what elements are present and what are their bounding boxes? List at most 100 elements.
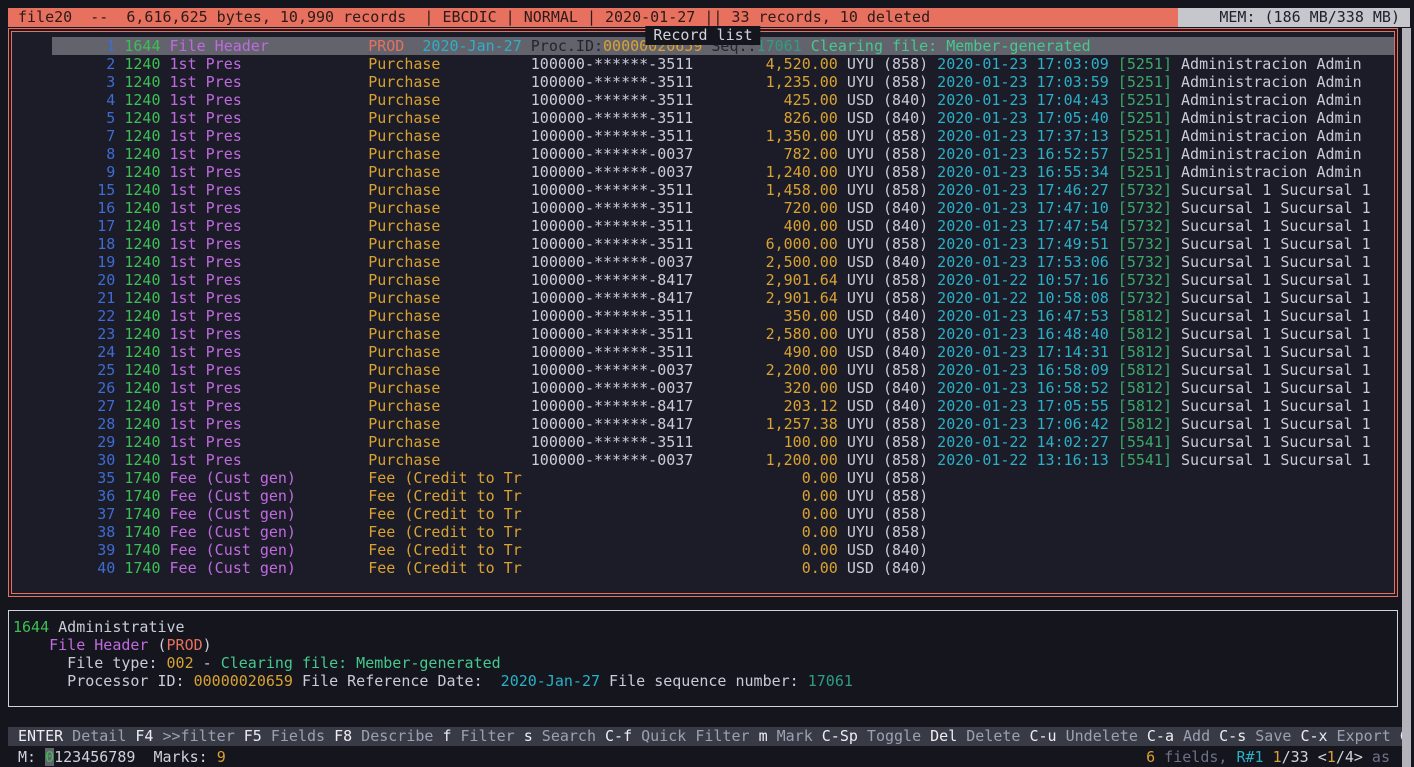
account-number: 100000-******-8417: [531, 397, 694, 415]
row-number: 35: [52, 469, 124, 487]
amount: 320.00: [693, 379, 838, 397]
record-type-label: Fee (Cust gen): [170, 487, 369, 505]
fn-key-c-f[interactable]: C-f: [605, 727, 632, 745]
operator-name: Sucursal 1 Sucursal 1: [1172, 397, 1371, 415]
record-row-22[interactable]: 22 1240 1st Pres Purchase 100000-******-…: [16, 307, 1394, 325]
record-type-code: 1740: [124, 541, 169, 559]
currency: UYU (858): [838, 127, 928, 145]
record-row-3[interactable]: 3 1240 1st Pres Purchase 100000-******-3…: [16, 73, 1394, 91]
branch-id: [5812]: [1109, 415, 1172, 433]
row-content: 26 1240 1st Pres Purchase 100000-******-…: [52, 379, 1394, 397]
record-row-2[interactable]: 2 1240 1st Pres Purchase 100000-******-3…: [16, 55, 1394, 73]
record-type-code: 1240: [124, 433, 169, 451]
record-row-4[interactable]: 4 1240 1st Pres Purchase 100000-******-3…: [16, 91, 1394, 109]
detail-record-code: 1644: [13, 618, 49, 636]
fn-key-c-s[interactable]: C-s: [1219, 727, 1246, 745]
record-row-37[interactable]: 37 1740 Fee (Cust gen) Fee (Credit to Tr…: [16, 505, 1394, 523]
detail-line-processor: Processor ID: 00000020659 File Reference…: [67, 672, 1397, 690]
record-list-viewport: 1 1644 File Header PROD 2020-Jan-27 Proc…: [11, 31, 1395, 594]
account-number: 100000-******-3511: [531, 235, 694, 253]
fn-action-label: Delete: [957, 727, 1029, 745]
record-type-label: 1st Pres: [170, 307, 369, 325]
record-row-24[interactable]: 24 1240 1st Pres Purchase 100000-******-…: [16, 343, 1394, 361]
branch-id: [5732]: [1109, 181, 1172, 199]
record-row-25[interactable]: 25 1240 1st Pres Purchase 100000-******-…: [16, 361, 1394, 379]
account-number: 100000-******-3511: [531, 91, 694, 109]
transaction-type: Purchase: [368, 379, 531, 397]
record-row-5[interactable]: 5 1240 1st Pres Purchase 100000-******-3…: [16, 109, 1394, 127]
record-row-30[interactable]: 30 1240 1st Pres Purchase 100000-******-…: [16, 451, 1394, 469]
fn-key-s[interactable]: s: [524, 727, 533, 745]
record-row-38[interactable]: 38 1740 Fee (Cust gen) Fee (Credit to Tr…: [16, 523, 1394, 541]
currency: UYU (858): [838, 415, 928, 433]
record-detail-panel: 1644 Administrative File Header (PROD) F…: [8, 610, 1398, 707]
timestamp: 2020-01-22 14:02:27: [928, 433, 1109, 451]
row-gutter: [16, 91, 52, 109]
record-row-29[interactable]: 29 1240 1st Pres Purchase 100000-******-…: [16, 433, 1394, 451]
record-row-26[interactable]: 26 1240 1st Pres Purchase 100000-******-…: [16, 379, 1394, 397]
timestamp: 2020-01-23 17:37:13: [928, 127, 1109, 145]
row-content: 22 1240 1st Pres Purchase 100000-******-…: [52, 307, 1394, 325]
row-content: 38 1740 Fee (Cust gen) Fee (Credit to Tr…: [52, 523, 1394, 541]
record-type-label: 1st Pres: [170, 343, 369, 361]
branch-id: [5251]: [1109, 91, 1172, 109]
record-type-code: 1240: [124, 235, 169, 253]
record-row-7[interactable]: 7 1240 1st Pres Purchase 100000-******-3…: [16, 127, 1394, 145]
fn-key-enter[interactable]: ENTER: [18, 727, 63, 745]
fn-key-c-x[interactable]: C-x: [1300, 727, 1327, 745]
fn-action-label: Detail: [63, 727, 135, 745]
scrollbar[interactable]: [1402, 28, 1411, 767]
record-row-36[interactable]: 36 1740 Fee (Cust gen) Fee (Credit to Tr…: [16, 487, 1394, 505]
record-type-label: Fee (Cust gen): [170, 505, 369, 523]
record-row-19[interactable]: 19 1240 1st Pres Purchase 100000-******-…: [16, 253, 1394, 271]
operator-name: Sucursal 1 Sucursal 1: [1172, 451, 1371, 469]
transaction-type: Fee (Credit to Tr: [368, 523, 531, 541]
fn-key-m[interactable]: m: [759, 727, 768, 745]
currency: UYU (858): [838, 505, 928, 523]
fn-key-c-u[interactable]: C-u: [1030, 727, 1057, 745]
record-type-label: Fee (Cust gen): [170, 559, 369, 577]
fn-action-label: Save: [1246, 727, 1300, 745]
row-gutter: [16, 145, 52, 163]
record-ref: R#1: [1236, 748, 1272, 766]
operator-name: [1172, 541, 1181, 559]
fn-key-c-sp[interactable]: C-Sp: [822, 727, 858, 745]
row-gutter: [16, 199, 52, 217]
mark-label: M:: [18, 748, 45, 766]
record-row-28[interactable]: 28 1240 1st Pres Purchase 100000-******-…: [16, 415, 1394, 433]
mark-cursor[interactable]: 0: [45, 748, 54, 766]
row-content: 24 1240 1st Pres Purchase 100000-******-…: [52, 343, 1394, 361]
record-row-18[interactable]: 18 1240 1st Pres Purchase 100000-******-…: [16, 235, 1394, 253]
row-gutter: [16, 397, 52, 415]
record-row-9[interactable]: 9 1240 1st Pres Purchase 100000-******-0…: [16, 163, 1394, 181]
fn-key-f8[interactable]: F8: [334, 727, 352, 745]
fn-key-f[interactable]: f: [442, 727, 451, 745]
record-row-39[interactable]: 39 1740 Fee (Cust gen) Fee (Credit to Tr…: [16, 541, 1394, 559]
record-type-label: 1st Pres: [170, 217, 369, 235]
currency: UYU (858): [838, 451, 928, 469]
record-row-8[interactable]: 8 1240 1st Pres Purchase 100000-******-0…: [16, 145, 1394, 163]
field-count: 6: [1146, 748, 1155, 766]
fn-key-del[interactable]: Del: [930, 727, 957, 745]
record-row-35[interactable]: 35 1740 Fee (Cust gen) Fee (Credit to Tr…: [16, 469, 1394, 487]
record-row-15[interactable]: 15 1240 1st Pres Purchase 100000-******-…: [16, 181, 1394, 199]
record-row-20[interactable]: 20 1240 1st Pres Purchase 100000-******-…: [16, 271, 1394, 289]
record-row-17[interactable]: 17 1240 1st Pres Purchase 100000-******-…: [16, 217, 1394, 235]
amount: 0.00: [693, 505, 838, 523]
fn-key-f5[interactable]: F5: [244, 727, 262, 745]
processor-id-label: Processor ID:: [67, 672, 193, 690]
record-type-code: 1240: [124, 325, 169, 343]
fn-key-f4[interactable]: F4: [135, 727, 153, 745]
record-row-16[interactable]: 16 1240 1st Pres Purchase 100000-******-…: [16, 199, 1394, 217]
operator-name: Sucursal 1 Sucursal 1: [1172, 325, 1371, 343]
row-number: 3: [52, 73, 124, 91]
transaction-type: Fee (Credit to Tr: [368, 469, 531, 487]
fn-key-c-a[interactable]: C-a: [1147, 727, 1174, 745]
record-row-21[interactable]: 21 1240 1st Pres Purchase 100000-******-…: [16, 289, 1394, 307]
row-content: 37 1740 Fee (Cust gen) Fee (Credit to Tr…: [52, 505, 1394, 523]
timestamp: 2020-01-23 17:05:40: [928, 109, 1109, 127]
branch-id: [5251]: [1109, 109, 1172, 127]
record-row-23[interactable]: 23 1240 1st Pres Purchase 100000-******-…: [16, 325, 1394, 343]
record-row-27[interactable]: 27 1240 1st Pres Purchase 100000-******-…: [16, 397, 1394, 415]
record-row-40[interactable]: 40 1740 Fee (Cust gen) Fee (Credit to Tr…: [16, 559, 1394, 577]
